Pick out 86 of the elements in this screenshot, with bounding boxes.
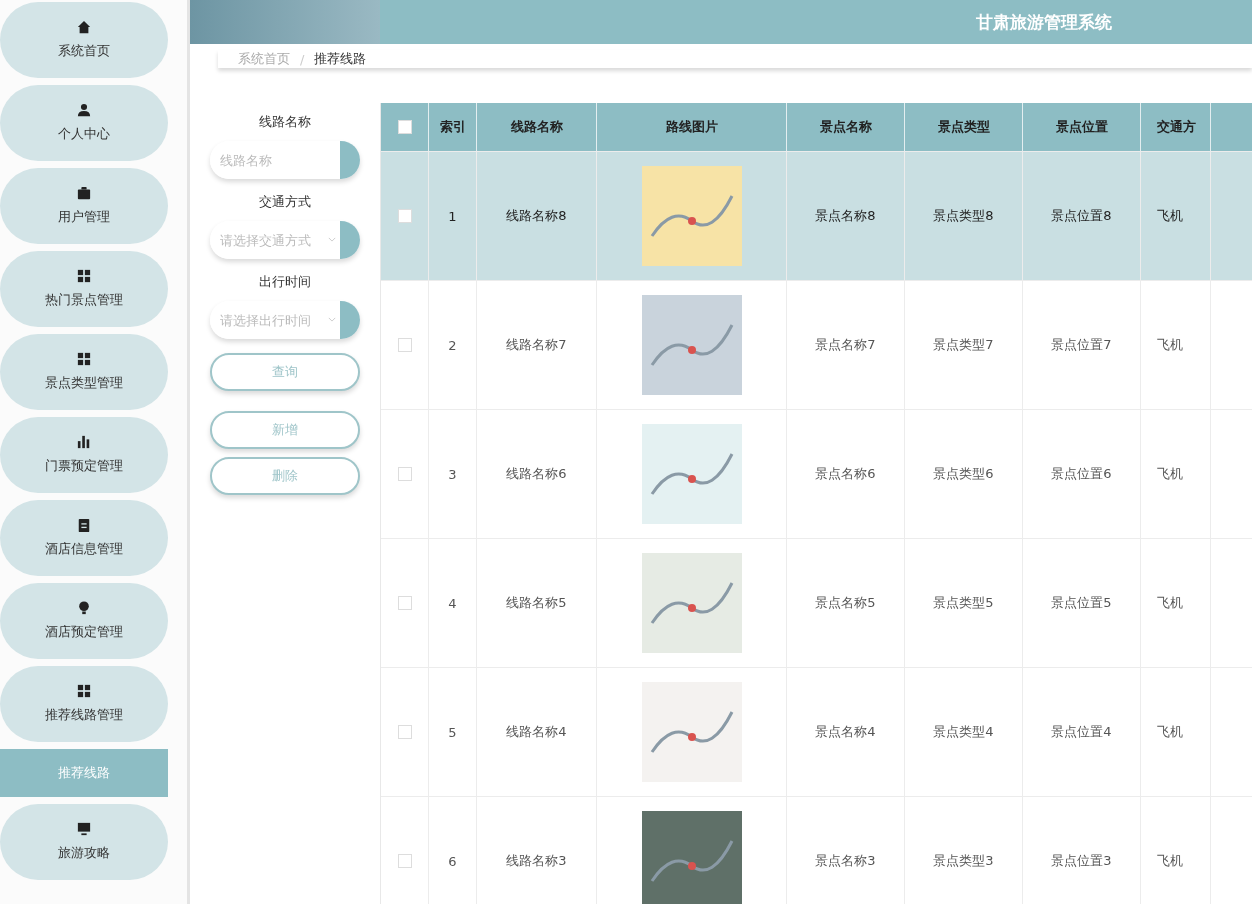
grid-icon: [77, 352, 91, 366]
table-cell: 2: [448, 337, 457, 353]
home-icon: [77, 20, 91, 34]
sidebar-item[interactable]: 用户管理: [0, 168, 168, 244]
table-cell: 景点类型8: [933, 207, 994, 225]
column-header: 线路名称: [477, 103, 597, 151]
sidebar-item[interactable]: 系统首页: [0, 2, 168, 78]
row-checkbox[interactable]: [397, 338, 412, 352]
row-checkbox[interactable]: [397, 209, 412, 223]
column-header: 索引: [429, 103, 477, 151]
table-cell: 线路名称5: [506, 594, 567, 612]
grid-icon: [77, 269, 91, 283]
sidebar-item[interactable]: 景点类型管理: [0, 334, 168, 410]
sidebar-item[interactable]: 旅游攻略: [0, 804, 168, 880]
table-cell: 景点位置4: [1051, 723, 1112, 741]
grid-icon: [77, 684, 91, 698]
table-cell: 飞机: [1157, 207, 1183, 225]
table-cell: 3: [448, 466, 457, 482]
filter-label: 出行时间: [259, 273, 311, 291]
row-checkbox[interactable]: [397, 467, 412, 481]
chevron-down-icon: [328, 237, 336, 242]
select-all-checkbox[interactable]: [397, 120, 412, 134]
column-header: 景点位置: [1023, 103, 1141, 151]
filter-label: 线路名称: [259, 113, 311, 131]
table-cell: 线路名称6: [506, 465, 567, 483]
table-cell: 景点位置3: [1051, 852, 1112, 870]
monitor-icon: [77, 822, 91, 836]
user-icon: [77, 103, 91, 117]
bar-chart-icon: [77, 435, 91, 449]
table-row[interactable]: 4 线路名称5 景点名称5 景点类型5 景点位置5 飞机: [381, 539, 1252, 668]
table-row[interactable]: 2 线路名称7 景点名称7 景点类型7 景点位置7 飞机: [381, 281, 1252, 410]
table-cell: 景点名称6: [815, 465, 876, 483]
table-cell: 飞机: [1157, 465, 1183, 483]
table-row[interactable]: 5 线路名称4 景点名称4 景点类型4 景点位置4 飞机: [381, 668, 1252, 797]
input-field[interactable]: 线路名称: [210, 141, 360, 179]
table-cell: 景点位置6: [1051, 465, 1112, 483]
table-cell: 景点类型4: [933, 723, 994, 741]
table-cell: 1: [448, 208, 457, 224]
column-header: 路线图片: [597, 103, 787, 151]
table-cell: 5: [448, 724, 457, 740]
table-cell: 景点名称7: [815, 336, 876, 354]
row-checkbox[interactable]: [397, 854, 412, 868]
table-cell: 景点名称8: [815, 207, 876, 225]
sidebar-item[interactable]: 酒店信息管理: [0, 500, 168, 576]
sidebar-item[interactable]: 个人中心: [0, 85, 168, 161]
table-cell: 线路名称7: [506, 336, 567, 354]
bulb-icon: [77, 601, 91, 615]
table-cell: 景点类型5: [933, 594, 994, 612]
select-field[interactable]: 请选择出行时间: [210, 301, 360, 339]
table-row[interactable]: 1 线路名称8 景点名称8 景点类型8 景点位置8 飞机: [381, 152, 1252, 281]
select-field[interactable]: 请选择交通方式: [210, 221, 360, 259]
sidebar-item[interactable]: 推荐线路管理: [0, 666, 168, 742]
table-cell: 景点位置7: [1051, 336, 1112, 354]
table-cell: 景点名称4: [815, 723, 876, 741]
sidebar-item[interactable]: 门票预定管理: [0, 417, 168, 493]
row-checkbox[interactable]: [397, 596, 412, 610]
sidebar-item[interactable]: 酒店预定管理: [0, 583, 168, 659]
clipboard-icon: [77, 518, 91, 532]
column-header: 交通方: [1141, 103, 1211, 151]
table-cell: 线路名称4: [506, 723, 567, 741]
table-cell: 景点名称3: [815, 852, 876, 870]
briefcase-icon: [77, 186, 91, 200]
table-cell: 景点类型3: [933, 852, 994, 870]
table-cell: 飞机: [1157, 336, 1183, 354]
table-cell: 线路名称8: [506, 207, 567, 225]
table-cell: 景点类型7: [933, 336, 994, 354]
table-cell: 景点位置5: [1051, 594, 1112, 612]
table-cell: 4: [448, 595, 457, 611]
table-cell: 6: [448, 853, 457, 869]
table-row[interactable]: 3 线路名称6 景点名称6 景点类型6 景点位置6 飞机: [381, 410, 1252, 539]
breadcrumb-current: 推荐线路: [314, 50, 367, 68]
filter-label: 交通方式: [259, 193, 311, 211]
table-cell: 飞机: [1157, 852, 1183, 870]
column-header: 景点类型: [905, 103, 1023, 151]
app-title: 甘肃旅游管理系统: [976, 10, 1112, 34]
table-cell: 飞机: [1157, 723, 1183, 741]
breadcrumb-separator: /: [300, 51, 305, 67]
table-cell: 线路名称3: [506, 852, 567, 870]
column-header: 景点名称: [787, 103, 905, 151]
sidebar-item[interactable]: 热门景点管理: [0, 251, 168, 327]
table-cell: 飞机: [1157, 594, 1183, 612]
table-cell: 景点位置8: [1051, 207, 1112, 225]
row-checkbox[interactable]: [397, 725, 412, 739]
table-cell: 景点名称5: [815, 594, 876, 612]
chevron-down-icon: [328, 317, 336, 322]
table-cell: 景点类型6: [933, 465, 994, 483]
